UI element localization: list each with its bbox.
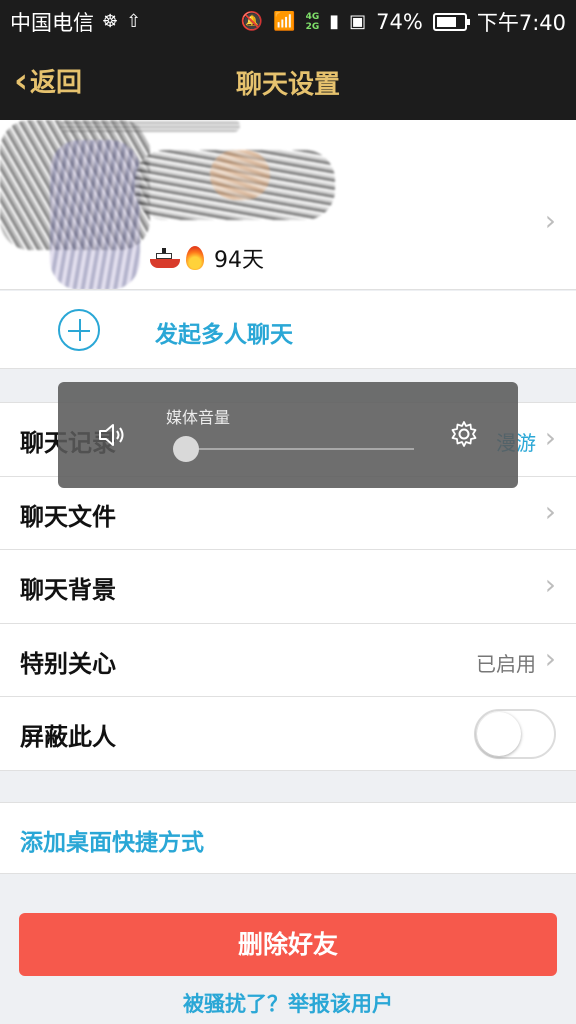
- battery-percent: 74%: [376, 10, 423, 34]
- wifi-icon: 📶: [273, 11, 296, 32]
- chevron-right-icon: ›: [544, 421, 556, 454]
- chevron-right-icon: ›: [544, 641, 556, 675]
- chevron-right-icon: ›: [544, 204, 556, 237]
- block-user-toggle[interactable]: [474, 709, 556, 759]
- toggle-knob: [477, 712, 521, 756]
- add-shortcut-label: 添加桌面快捷方式: [20, 830, 204, 856]
- friend-badges: 94天: [150, 242, 264, 274]
- volume-slider-thumb[interactable]: [172, 436, 199, 462]
- speaker-icon: [99, 424, 124, 446]
- delete-friend-button[interactable]: 删除好友: [19, 913, 557, 976]
- row-value: 已启用: [476, 651, 536, 676]
- settings-row-special-care[interactable]: 特别关心 已启用 ›: [0, 624, 576, 697]
- redaction-scribble: [50, 140, 140, 289]
- add-shortcut-row[interactable]: 添加桌面快捷方式: [0, 802, 576, 874]
- sim-icon: ▣: [349, 11, 367, 32]
- friendship-days: 94天: [214, 248, 264, 273]
- clock: 下午7:40: [476, 11, 566, 35]
- carrier-label: 中国电信: [10, 11, 94, 35]
- battery-fill: [436, 17, 457, 27]
- redaction-scribble: [210, 150, 270, 200]
- volume-slider[interactable]: [172, 436, 414, 462]
- redaction-scribble: [60, 120, 240, 132]
- mute-icon: 🔕: [240, 11, 264, 32]
- settings-row-chat-background[interactable]: 聊天背景 ›: [0, 550, 576, 624]
- row-label: 特别关心: [20, 649, 116, 678]
- media-volume-overlay: 媒体音量: [58, 382, 518, 488]
- status-bar: 中国电信 ☸ ⇧ 🔕 📶 4G 2G ▮ ▣ 74% 下午7:40: [0, 0, 576, 40]
- nav-bar: ‹ 返回 聊天设置: [0, 40, 576, 120]
- start-group-chat-label: 发起多人聊天: [155, 322, 293, 348]
- friend-profile-card[interactable]: 94天 ›: [0, 120, 576, 290]
- chevron-right-icon: ›: [544, 494, 556, 528]
- page-title: 聊天设置: [235, 70, 340, 100]
- gear-icon[interactable]: [450, 420, 478, 448]
- flame-icon: [186, 246, 204, 270]
- battery-icon: [432, 13, 470, 31]
- chevron-right-icon: ›: [544, 568, 556, 601]
- start-group-chat-row[interactable]: 发起多人聊天: [0, 291, 576, 369]
- report-user-link[interactable]: 被骚扰了？举报该用户: [0, 988, 576, 1018]
- network-type: 4G 2G: [305, 12, 320, 32]
- volume-title: 媒体音量: [166, 408, 231, 427]
- signal-icon: ▮: [329, 11, 340, 32]
- ship-icon: [150, 248, 180, 268]
- row-label: 聊天文件: [20, 502, 116, 531]
- vpn-icon: ☸: [102, 11, 119, 32]
- upload-notification-icon: ⇧: [126, 11, 142, 32]
- row-label: 聊天背景: [20, 576, 116, 604]
- row-label: 屏蔽此人: [20, 723, 116, 751]
- settings-row-block-user: 屏蔽此人: [0, 697, 576, 771]
- plus-circle-icon: [58, 309, 100, 351]
